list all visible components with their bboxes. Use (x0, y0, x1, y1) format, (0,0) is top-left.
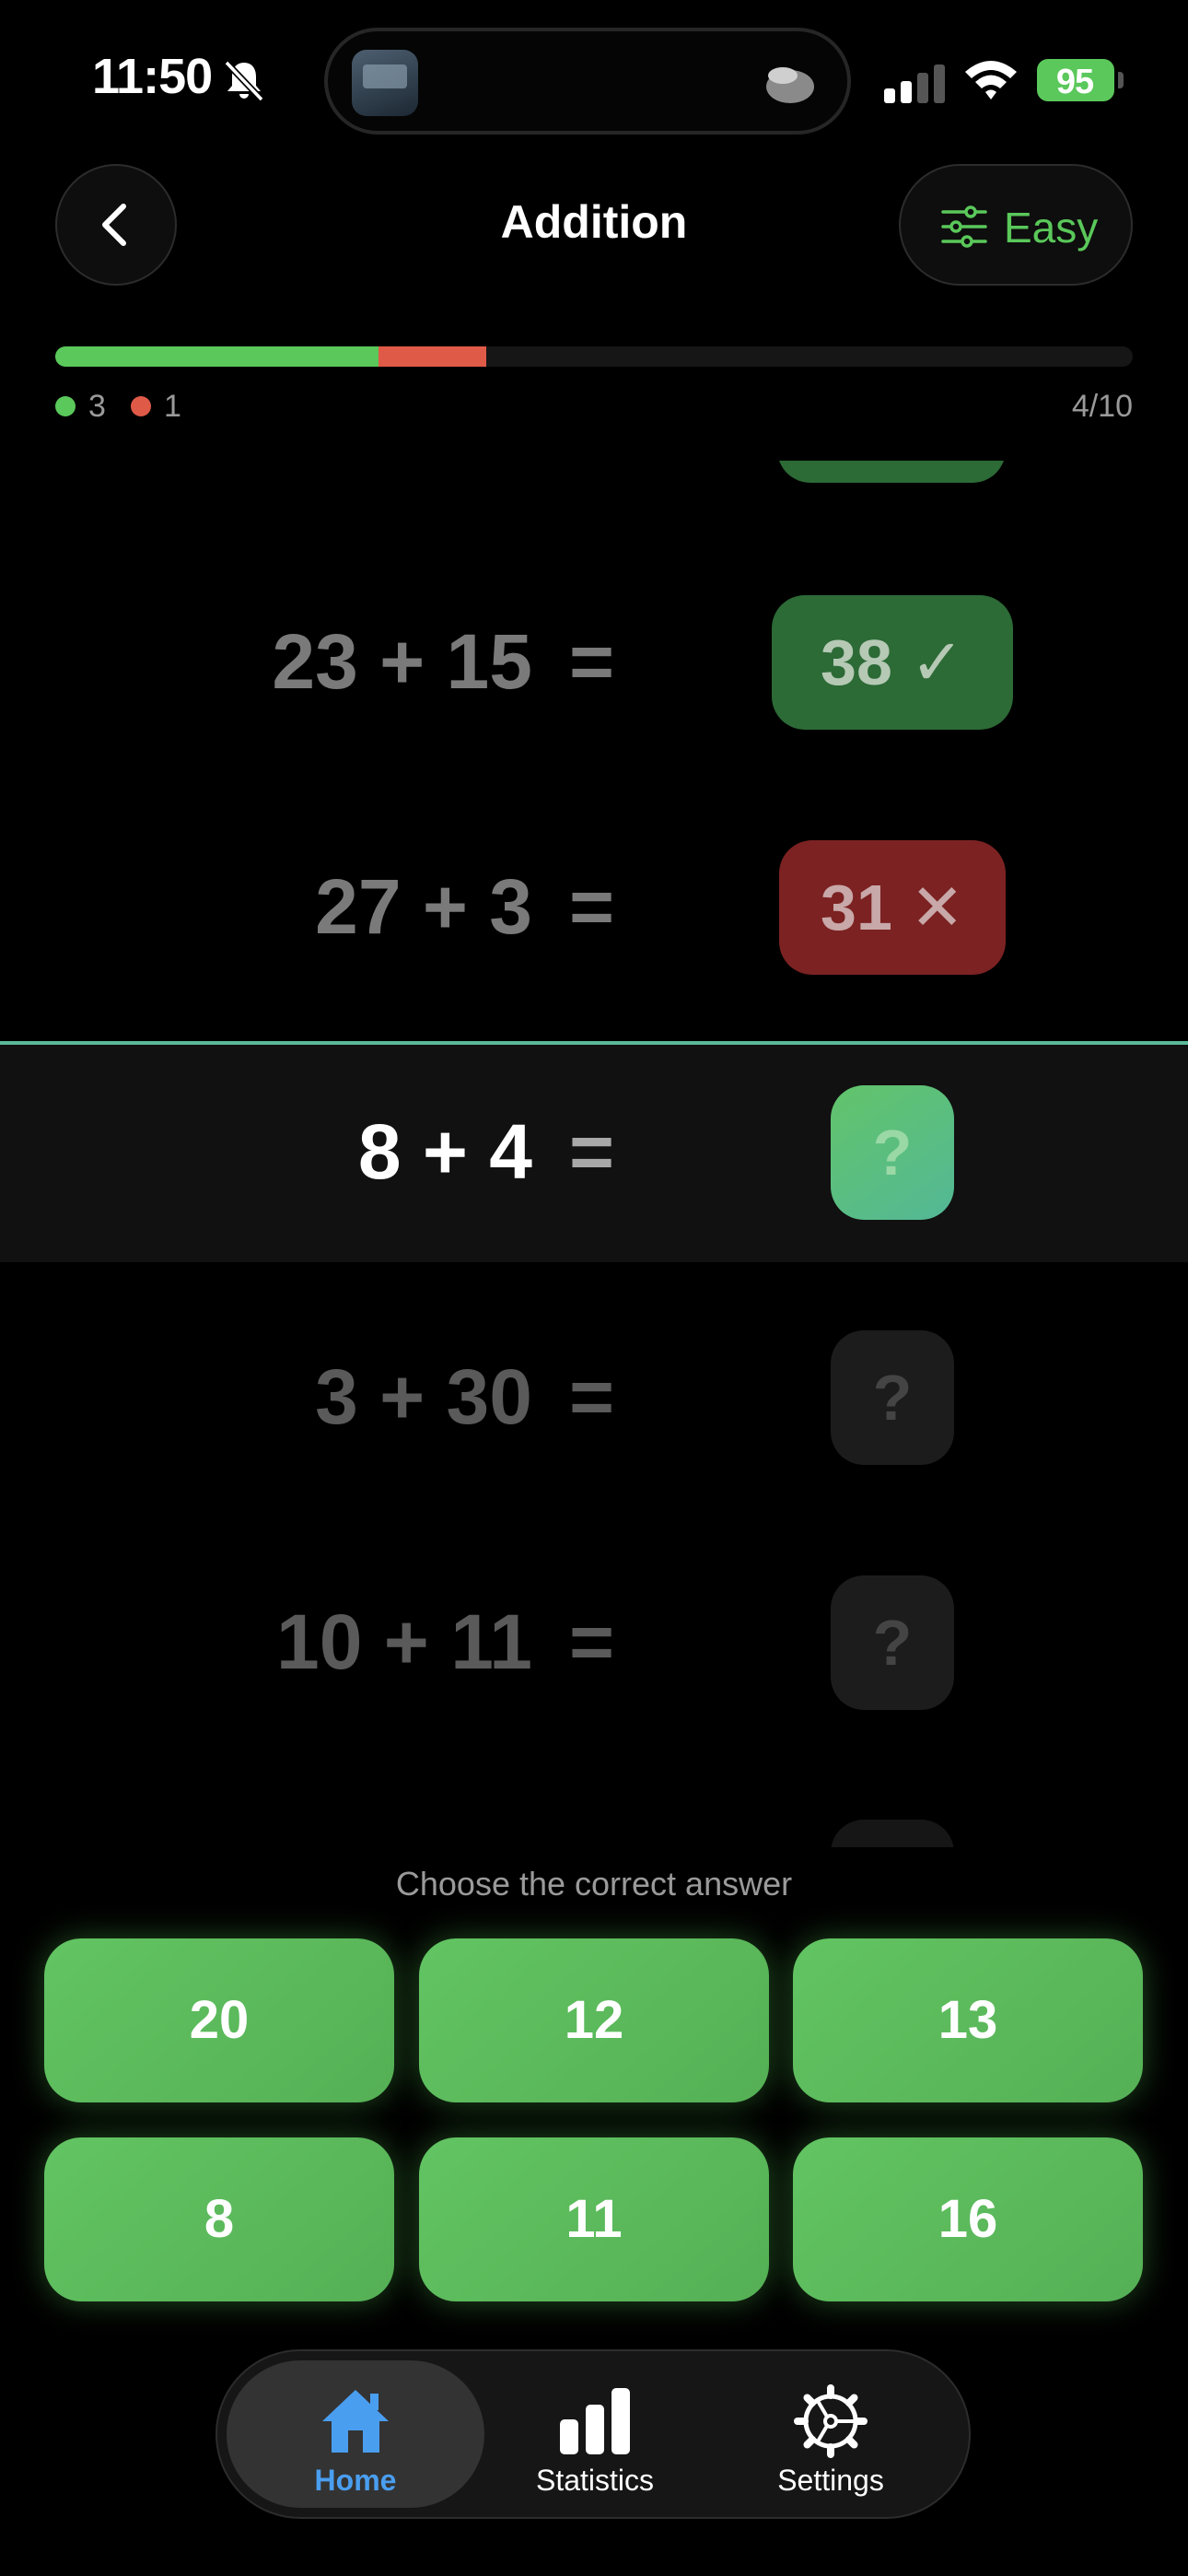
answer-choice-button[interactable]: 12 (419, 1938, 769, 2102)
question-row: 27 + 3 = 31 ✕ (0, 798, 1188, 1019)
answer-choice-button[interactable]: 11 (419, 2137, 769, 2301)
previous-answer-tile (777, 461, 1006, 483)
question-expression: 3 + 30 (315, 1353, 532, 1440)
question-row: 10 + 11 = ? (0, 1531, 1188, 1752)
house-icon (322, 2390, 389, 2453)
cellular-signal-icon (884, 64, 945, 103)
bar-chart-icon (560, 2388, 630, 2454)
answer-prompt: Choose the correct answer (395, 1865, 793, 1903)
equals-sign: = (569, 1353, 615, 1440)
wrong-count: 1 (164, 389, 181, 424)
answer-tile-pending: ? (831, 1575, 954, 1710)
progress-bar (55, 346, 1133, 367)
battery-indicator: 95 (1037, 59, 1114, 101)
gear-icon (794, 2384, 868, 2458)
answer-tile-correct: 38 ✓ (772, 595, 1013, 730)
tab-statistics[interactable]: Statistics (466, 2360, 724, 2508)
answer-tile-active[interactable]: ? (831, 1085, 954, 1220)
screen: 11:50 95 Addition Easy 3 1 4/10 23 + 15 … (0, 0, 1188, 2576)
correct-dot-icon (55, 396, 76, 416)
answer-tile-pending: ? (831, 1330, 954, 1465)
progress-count: 4/10 (1071, 389, 1133, 424)
tab-label: Statistics (535, 2464, 655, 2497)
bell-slash-icon (224, 60, 264, 102)
answer-choice-button[interactable]: 16 (793, 2137, 1143, 2301)
question-expression: 23 + 15 (272, 618, 532, 705)
next-answer-tile (831, 1820, 954, 1847)
battery-level: 95 (1055, 63, 1094, 101)
tab-label: Home (314, 2464, 397, 2497)
wifi-icon (965, 61, 1017, 100)
answer-tile-wrong: 31 ✕ (779, 840, 1006, 975)
answer-choice-button[interactable]: 8 (44, 2137, 394, 2301)
dynamic-island[interactable] (324, 28, 851, 135)
sliders-icon (941, 205, 987, 248)
progress-correct-segment (55, 346, 379, 367)
tab-label: Settings (777, 2464, 884, 2497)
difficulty-button[interactable]: Easy (899, 164, 1133, 286)
audio-activity-icon (766, 67, 814, 103)
tab-settings[interactable]: Settings (702, 2360, 960, 2508)
tab-bar: Home Statistics Settings (215, 2349, 971, 2519)
answer-choice-button[interactable]: 13 (793, 1938, 1143, 2102)
wrong-dot-icon (131, 396, 151, 416)
equals-sign: = (569, 1108, 615, 1195)
question-expression: 8 + 4 (357, 1108, 532, 1195)
current-question-row: 8 + 4 = ? (0, 1041, 1188, 1262)
question-expression: 10 + 11 (276, 1598, 532, 1685)
question-row: 23 + 15 = 38 ✓ (0, 553, 1188, 774)
battery-cap (1118, 72, 1124, 88)
question-row: 3 + 30 = ? (0, 1286, 1188, 1507)
question-list[interactable]: 23 + 15 = 38 ✓ 27 + 3 = 31 ✕ 8 + 4 = ? 3… (0, 461, 1188, 1847)
status-time: 11:50 (92, 49, 213, 104)
answer-choice-button[interactable]: 20 (44, 1938, 394, 2102)
difficulty-label: Easy (1004, 204, 1099, 252)
progress-wrong-segment (379, 346, 486, 367)
equals-sign: = (569, 618, 615, 705)
tab-home[interactable]: Home (227, 2360, 484, 2508)
album-art-icon (352, 50, 418, 116)
equals-sign: = (569, 863, 615, 950)
question-expression: 27 + 3 (315, 863, 532, 950)
equals-sign: = (569, 1598, 615, 1685)
correct-count: 3 (88, 389, 106, 424)
